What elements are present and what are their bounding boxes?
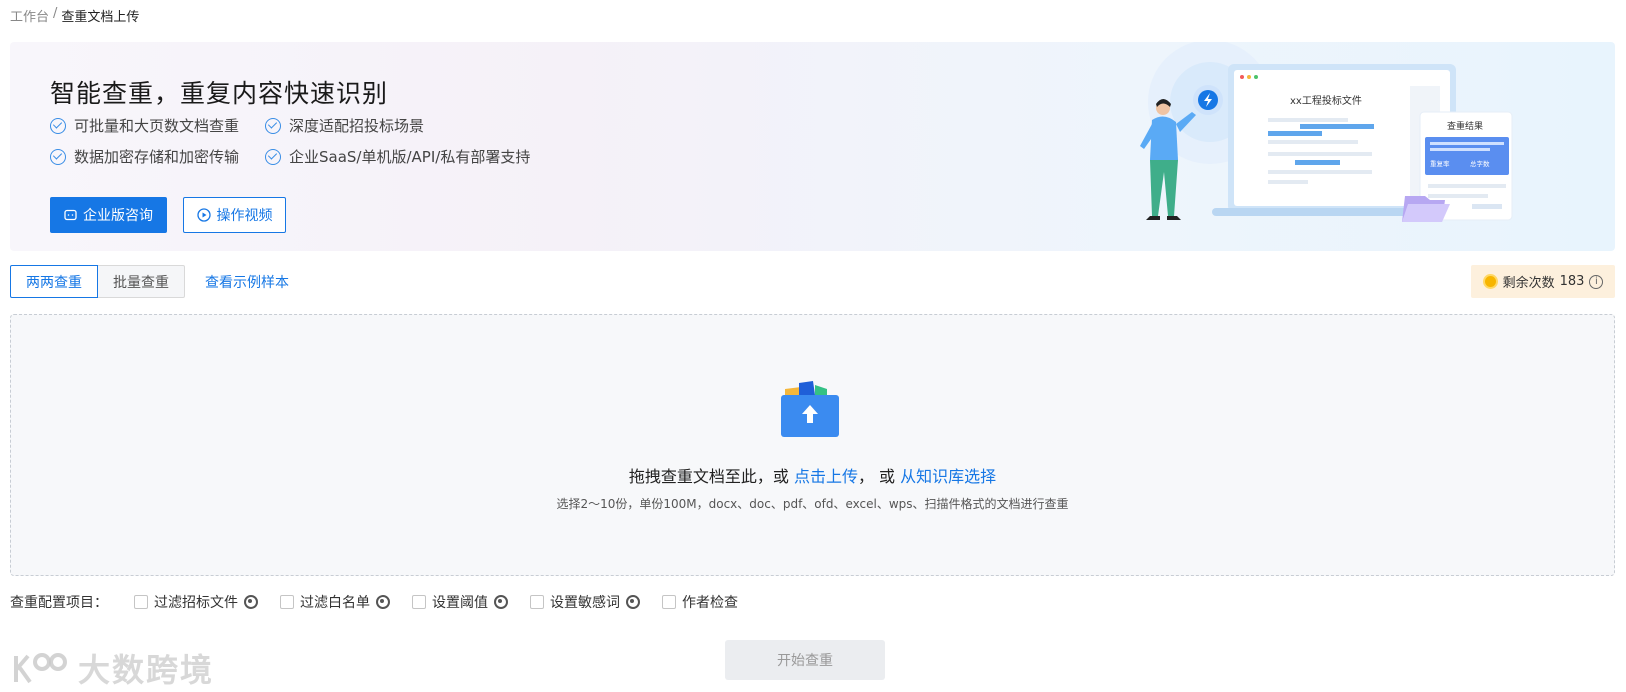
check-mode-tabs: 两两查重 批量查重 [10,265,185,298]
upload-instruction-text: 拖拽查重文档至此，或 [628,467,789,486]
enterprise-consult-label: 企业版咨询 [83,208,153,224]
upload-instruction: 拖拽查重文档至此，或 点击上传， 或 从知识库选择 [11,463,1614,487]
hero-banner: 智能查重，重复内容快速识别 可批量和大页数文档查重 深度适配招投标场景 数据加密… [10,42,1615,251]
checkbox[interactable] [280,595,294,609]
config-label: 查重配置项目： [10,595,108,611]
watermark-text: 大数跨境 [78,651,215,689]
illus-doc-title: xx工程投标文件 [1290,94,1362,107]
config-set-threshold[interactable]: 设置阈值 [412,592,508,612]
remaining-count-badge: 剩余次数 183 i [1471,265,1615,298]
banner-title: 智能查重，重复内容快速识别 [50,79,389,108]
config-item-label: 过滤招标文件 [154,595,238,611]
feature-item: 企业SaaS/单机版/API/私有部署支持 [265,146,530,167]
checkbox[interactable] [530,595,544,609]
tab-pairwise-check[interactable]: 两两查重 [10,265,98,298]
checkbox[interactable] [134,595,148,609]
feature-text: 可批量和大页数文档查重 [74,117,240,135]
view-sample-link[interactable]: 查看示例样本 [205,272,289,292]
upload-hint: 选择2～10份，单份100M，docx、doc、pdf、ofd、excel、wp… [556,497,1069,511]
checkbox[interactable] [662,595,676,609]
upload-folder-icon [781,381,839,437]
upload-dropzone[interactable]: 拖拽查重文档至此，或 点击上传， 或 从知识库选择 选择2～10份，单份100M… [10,314,1615,576]
remaining-label: 剩余次数 [1502,276,1555,291]
gear-icon[interactable] [626,595,640,609]
feature-item: 数据加密存储和加密传输 [50,146,239,167]
config-item-label: 设置敏感词 [550,595,620,611]
checkbox[interactable] [412,595,426,609]
start-check-button[interactable]: 开始查重 [725,640,885,680]
tab-batch-check[interactable]: 批量查重 [98,265,185,298]
knowledge-base-link[interactable]: 从知识库选择 [900,467,996,486]
config-item-label: 作者检查 [682,595,738,611]
check-circle-icon [50,148,66,165]
config-filter-whitelist[interactable]: 过滤白名单 [280,592,390,612]
breadcrumb: 工作台 / 查重文档上传 [10,6,139,25]
breadcrumb-current: 查重文档上传 [61,10,140,25]
upload-separator-text: ， 或 [857,467,896,486]
tutorial-video-button[interactable]: 操作视频 [183,197,286,233]
watermark-logo-icon [14,653,67,684]
illus-words-label: 总字数 [1470,159,1490,168]
gear-icon[interactable] [244,595,258,609]
remaining-count: 183 [1559,274,1585,289]
check-circle-icon [265,117,281,134]
tutorial-video-label: 操作视频 [216,208,273,224]
breadcrumb-root[interactable]: 工作台 [10,6,49,25]
chat-icon [64,209,77,220]
feature-text: 企业SaaS/单机版/API/私有部署支持 [289,148,531,166]
config-filter-tender[interactable]: 过滤招标文件 [134,592,258,612]
config-author-check[interactable]: 作者检查 [662,592,738,612]
play-circle-icon [196,208,211,222]
feature-item: 可批量和大页数文档查重 [50,115,239,136]
config-item-label: 设置阈值 [432,595,488,611]
illus-rate-label: 重复率 [1430,159,1450,168]
enterprise-consult-button[interactable]: 企业版咨询 [50,197,167,233]
check-config: 查重配置项目： 过滤招标文件 过滤白名单 设置阈值 设置敏感词 作者检查 [10,592,738,612]
config-set-sensitive-words[interactable]: 设置敏感词 [530,592,640,612]
gear-icon[interactable] [494,595,508,609]
banner-illustration: xx工程投标文件 查重结果 重复率 总字数 [1140,42,1513,222]
gear-icon[interactable] [376,595,390,609]
watermark: 大数跨境 [12,645,214,691]
feature-text: 数据加密存储和加密传输 [74,148,240,166]
check-circle-icon [265,148,281,165]
check-circle-icon [50,117,66,134]
feature-item: 深度适配招投标场景 [265,115,424,136]
feature-text: 深度适配招投标场景 [289,117,425,135]
click-upload-link[interactable]: 点击上传 [794,467,858,486]
breadcrumb-separator: / [53,6,58,21]
illus-result-title: 查重结果 [1447,120,1483,132]
info-icon[interactable]: i [1589,274,1604,289]
config-item-label: 过滤白名单 [300,595,370,611]
coin-icon [1482,274,1498,289]
